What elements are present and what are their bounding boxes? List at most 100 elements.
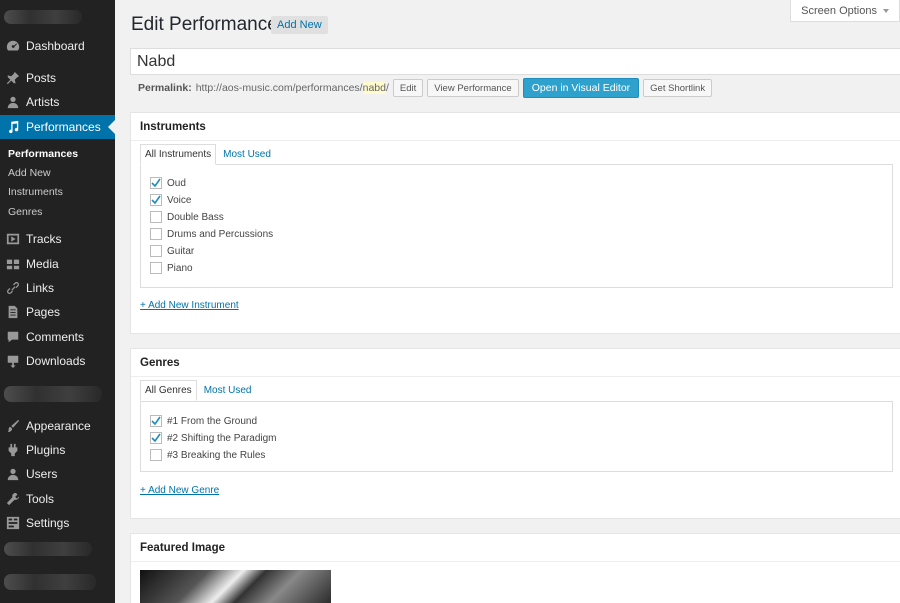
checkbox-row[interactable]: Voice xyxy=(150,194,191,206)
checkbox-row[interactable]: Piano xyxy=(150,262,193,274)
sidebar-item-label: Media xyxy=(26,257,59,271)
tab-most-used-genres[interactable]: Most Used xyxy=(197,380,259,401)
checkbox-unchecked[interactable] xyxy=(150,262,162,274)
blurred-menu-item xyxy=(4,542,92,556)
permalink-slug[interactable]: nabd xyxy=(362,82,386,94)
checkmark-icon xyxy=(151,195,161,205)
checkbox-label: Double Bass xyxy=(167,211,224,223)
tab-all-instruments[interactable]: All Instruments xyxy=(140,144,217,165)
sidebar-item-label: Pages xyxy=(26,305,61,319)
blurred-menu-item xyxy=(4,574,96,590)
genres-title: Genres xyxy=(131,349,900,377)
sidebar-item-label: Settings xyxy=(26,516,70,530)
link-icon xyxy=(6,281,20,295)
checkbox-label: Piano xyxy=(167,262,193,274)
permalink-label: Permalink: xyxy=(138,82,192,94)
open-visual-editor-button[interactable]: Open in Visual Editor xyxy=(522,78,640,98)
sidebar-item-pages[interactable]: Pages xyxy=(0,300,115,324)
checkbox-unchecked[interactable] xyxy=(150,228,162,240)
pushpin-icon xyxy=(6,71,20,85)
checkbox-row[interactable]: Guitar xyxy=(150,245,194,257)
instruments-box: Instruments All Instruments Most Used Ou… xyxy=(130,112,900,334)
checkbox-row[interactable]: Double Bass xyxy=(150,211,224,223)
genres-checklist: #1 From the Ground #2 Shifting the Parad… xyxy=(140,401,893,472)
checkbox-checked[interactable] xyxy=(150,415,162,427)
sidebar-item-tools[interactable]: Tools xyxy=(0,487,115,511)
plugin-icon xyxy=(6,443,20,457)
edit-permalink-button[interactable]: Edit xyxy=(392,79,424,97)
media-icon xyxy=(6,257,20,271)
sidebar-item-label: Appearance xyxy=(26,419,91,433)
sidebar-item-settings[interactable]: Settings xyxy=(0,511,115,535)
sidebar-item-plugins[interactable]: Plugins xyxy=(0,438,115,462)
sidebar-item-users[interactable]: Users xyxy=(0,462,115,486)
checkbox-label: Guitar xyxy=(167,245,195,257)
sidebar-item-appearance[interactable]: Appearance xyxy=(0,414,115,438)
checkbox-unchecked[interactable] xyxy=(150,245,162,257)
sidebar-item-label: Users xyxy=(26,467,58,481)
submenu-performances[interactable]: Performances xyxy=(8,148,78,160)
settings-icon xyxy=(6,516,20,530)
checkbox-row[interactable]: #1 From the Ground xyxy=(150,415,257,427)
checkbox-row[interactable]: Oud xyxy=(150,177,186,189)
sidebar-item-dashboard[interactable]: Dashboard xyxy=(0,34,115,58)
featured-image-thumbnail[interactable] xyxy=(140,570,331,603)
instruments-title: Instruments xyxy=(131,113,900,141)
checkbox-label: #3 Breaking the Rules xyxy=(167,449,266,461)
sidebar-item-downloads[interactable]: Downloads xyxy=(0,349,115,373)
genres-box: Genres All Genres Most Used #1 From the … xyxy=(130,348,900,519)
instruments-checklist: Oud Voice Double Bass Drums and Percussi… xyxy=(140,164,893,288)
get-shortlink-button[interactable]: Get Shortlink xyxy=(643,79,713,97)
submenu-add-new[interactable]: Add New xyxy=(8,167,51,179)
sidebar-item-label: Dashboard xyxy=(26,39,85,53)
post-title-input[interactable] xyxy=(130,48,900,75)
checkmark-icon xyxy=(151,178,161,188)
checkbox-label: #2 Shifting the Paradigm xyxy=(167,432,277,444)
music-note-icon xyxy=(6,120,20,134)
admin-sidebar: Dashboard Posts Artists Performances Per… xyxy=(0,0,115,603)
sidebar-item-label: Posts xyxy=(26,71,57,85)
brush-icon xyxy=(6,419,20,433)
users-icon xyxy=(6,467,20,481)
sidebar-item-label: Plugins xyxy=(26,443,66,457)
view-performance-button[interactable]: View Performance xyxy=(427,79,519,97)
sidebar-item-tracks[interactable]: Tracks xyxy=(0,227,115,251)
download-icon xyxy=(6,354,20,368)
sidebar-item-performances[interactable]: Performances xyxy=(0,115,115,139)
checkbox-label: Voice xyxy=(167,194,192,206)
featured-image-title: Featured Image xyxy=(131,534,900,562)
checkbox-unchecked[interactable] xyxy=(150,449,162,461)
checkbox-row[interactable]: Drums and Percussions xyxy=(150,228,273,240)
checkbox-unchecked[interactable] xyxy=(150,211,162,223)
submenu-instruments[interactable]: Instruments xyxy=(8,186,63,198)
add-new-genre-link[interactable]: + Add New Genre xyxy=(140,485,219,496)
add-new-button[interactable]: Add New xyxy=(271,16,328,34)
sidebar-item-media[interactable]: Media xyxy=(0,252,115,276)
sidebar-item-artists[interactable]: Artists xyxy=(0,90,115,114)
sidebar-item-label: Performances xyxy=(26,120,101,134)
sidebar-item-comments[interactable]: Comments xyxy=(0,325,115,349)
sidebar-item-links[interactable]: Links xyxy=(0,276,115,300)
user-icon xyxy=(6,95,20,109)
submenu-genres[interactable]: Genres xyxy=(8,206,42,218)
checkbox-label: Drums and Percussions xyxy=(167,228,274,240)
sidebar-item-label: Artists xyxy=(26,95,60,109)
sidebar-item-label: Downloads xyxy=(26,354,86,368)
sidebar-item-posts[interactable]: Posts xyxy=(0,66,115,90)
checkbox-checked[interactable] xyxy=(150,177,162,189)
checkbox-row[interactable]: #2 Shifting the Paradigm xyxy=(150,432,277,444)
blurred-menu-item xyxy=(4,386,102,402)
checkbox-checked[interactable] xyxy=(150,194,162,206)
comment-icon xyxy=(6,330,20,344)
tab-all-genres[interactable]: All Genres xyxy=(140,380,197,401)
screen-options-button[interactable]: Screen Options xyxy=(790,0,900,22)
main-content: Screen Options Edit Performance Add New … xyxy=(115,0,900,603)
checkbox-row[interactable]: #3 Breaking the Rules xyxy=(150,449,265,461)
sidebar-item-label: Tracks xyxy=(26,232,62,246)
add-new-instrument-link[interactable]: + Add New Instrument xyxy=(140,300,239,311)
permalink-base[interactable]: http://aos-music.com/performances/ xyxy=(196,82,363,94)
tab-most-used-instruments[interactable]: Most Used xyxy=(216,144,278,165)
sidebar-item-label: Links xyxy=(26,281,55,295)
wrench-icon xyxy=(6,492,20,506)
checkbox-checked[interactable] xyxy=(150,432,162,444)
